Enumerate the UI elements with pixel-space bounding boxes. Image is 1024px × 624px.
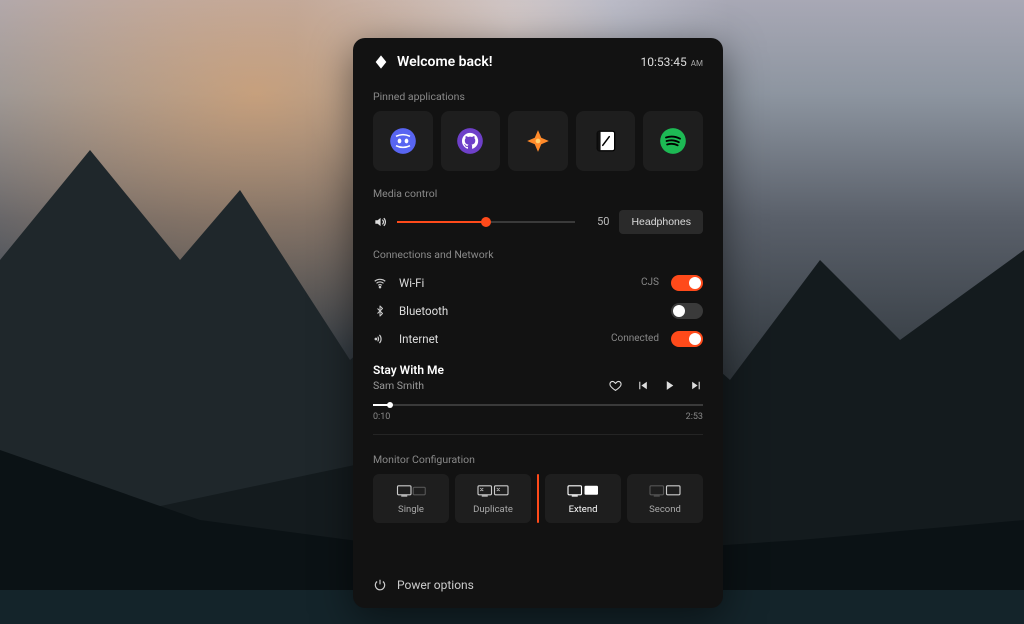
monitor-duplicate-label: Duplicate	[473, 504, 513, 515]
next-track-button[interactable]	[690, 379, 703, 392]
monitor-duplicate[interactable]: Duplicate	[455, 474, 531, 523]
connection-bluetooth: Bluetooth	[373, 297, 703, 325]
monitor-extend-label: Extend	[569, 504, 598, 515]
track-artist: Sam Smith	[373, 379, 444, 392]
connection-internet: Internet Connected	[373, 325, 703, 353]
media-label: Media control	[373, 187, 703, 200]
pinned-label: Pinned applications	[373, 90, 703, 103]
app-discord[interactable]	[373, 111, 433, 171]
monitor-extend[interactable]: Extend	[545, 474, 621, 523]
app-spotify[interactable]	[643, 111, 703, 171]
brand-icon	[373, 54, 389, 70]
divider	[373, 434, 703, 435]
app-notes[interactable]	[576, 111, 636, 171]
playback-slider[interactable]	[373, 400, 703, 410]
internet-label: Internet	[399, 332, 599, 346]
monitor-second[interactable]: Second	[627, 474, 703, 523]
audio-output-button[interactable]: Headphones	[619, 210, 703, 234]
wifi-status: CJS	[641, 277, 659, 288]
clock: 10:53:45 AM	[641, 55, 703, 69]
elapsed-time: 0:10	[373, 412, 390, 422]
panel-header: Welcome back! 10:53:45 AM	[373, 54, 703, 70]
play-button[interactable]	[663, 379, 676, 392]
bluetooth-icon	[373, 304, 387, 318]
pinned-apps	[373, 111, 703, 171]
wifi-label: Wi-Fi	[399, 276, 629, 290]
monitor-active-indicator	[537, 474, 539, 523]
now-playing: Stay With Me Sam Smith 0:10 2:53	[373, 363, 703, 422]
bluetooth-toggle[interactable]	[671, 303, 703, 319]
volume-icon	[373, 215, 387, 229]
prev-track-button[interactable]	[636, 379, 649, 392]
volume-value: 50	[585, 215, 609, 228]
bluetooth-label: Bluetooth	[399, 304, 647, 318]
total-time: 2:53	[686, 412, 703, 422]
monitor-label: Monitor Configuration	[373, 453, 703, 466]
monitor-second-label: Second	[649, 504, 681, 515]
volume-slider[interactable]	[397, 215, 575, 229]
favorite-button[interactable]	[609, 379, 622, 392]
internet-icon	[373, 332, 387, 346]
clock-ampm: AM	[691, 59, 703, 68]
connections-label: Connections and Network	[373, 248, 703, 261]
power-options-label[interactable]: Power options	[397, 578, 474, 592]
monitor-single[interactable]: Single	[373, 474, 449, 523]
footer: Power options	[373, 568, 703, 592]
app-github[interactable]	[441, 111, 501, 171]
app-compass[interactable]	[508, 111, 568, 171]
wifi-toggle[interactable]	[671, 275, 703, 291]
internet-toggle[interactable]	[671, 331, 703, 347]
internet-status: Connected	[611, 333, 659, 344]
media-row: 50 Headphones	[373, 210, 703, 234]
clock-time: 10:53:45	[641, 55, 687, 69]
connection-wifi: Wi-Fi CJS	[373, 269, 703, 297]
track-title: Stay With Me	[373, 363, 444, 377]
power-icon[interactable]	[373, 578, 387, 592]
wifi-icon	[373, 276, 387, 290]
monitor-options: Single Duplicate Extend Second	[373, 474, 703, 523]
monitor-single-label: Single	[398, 504, 424, 515]
control-panel: Welcome back! 10:53:45 AM Pinned applica…	[353, 38, 723, 608]
welcome-title: Welcome back!	[397, 54, 633, 70]
